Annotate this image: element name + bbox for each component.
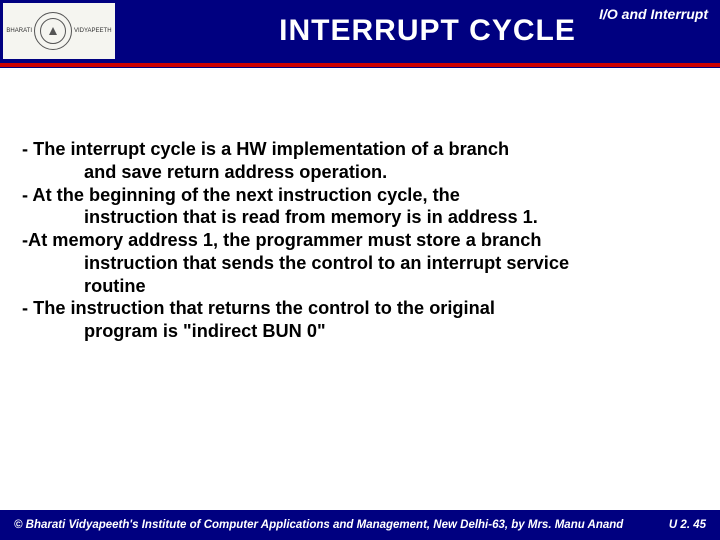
- logo-emblem-icon: [34, 12, 72, 50]
- body-line: instruction that sends the control to an…: [22, 252, 698, 275]
- body-line: - The interrupt cycle is a HW implementa…: [22, 138, 698, 161]
- slide-title: INTERRUPT CYCLE: [279, 14, 576, 48]
- body-line: -At memory address 1, the programmer mus…: [22, 229, 698, 252]
- logo-text-left: BHARATI: [6, 28, 32, 34]
- footer-copyright: © Bharati Vidyapeeth's Institute of Comp…: [14, 519, 623, 531]
- slide-footer: © Bharati Vidyapeeth's Institute of Comp…: [0, 510, 720, 540]
- body-line: program is "indirect BUN 0": [22, 320, 698, 343]
- slide-content: - The interrupt cycle is a HW implementa…: [0, 68, 720, 343]
- footer-page-number: U 2. 45: [669, 519, 706, 531]
- body-line: and save return address operation.: [22, 161, 698, 184]
- logo-text-right: VIDYAPEETH: [74, 28, 112, 34]
- institution-logo: BHARATI VIDYAPEETH: [3, 3, 115, 59]
- slide-header: BHARATI VIDYAPEETH INTERRUPT CYCLE I/O a…: [0, 0, 720, 62]
- body-line: instruction that is read from memory is …: [22, 206, 698, 229]
- topic-label: I/O and Interrupt: [599, 6, 708, 22]
- body-line: - The instruction that returns the contr…: [22, 297, 698, 320]
- body-line: routine: [22, 275, 698, 298]
- body-line: - At the beginning of the next instructi…: [22, 184, 698, 207]
